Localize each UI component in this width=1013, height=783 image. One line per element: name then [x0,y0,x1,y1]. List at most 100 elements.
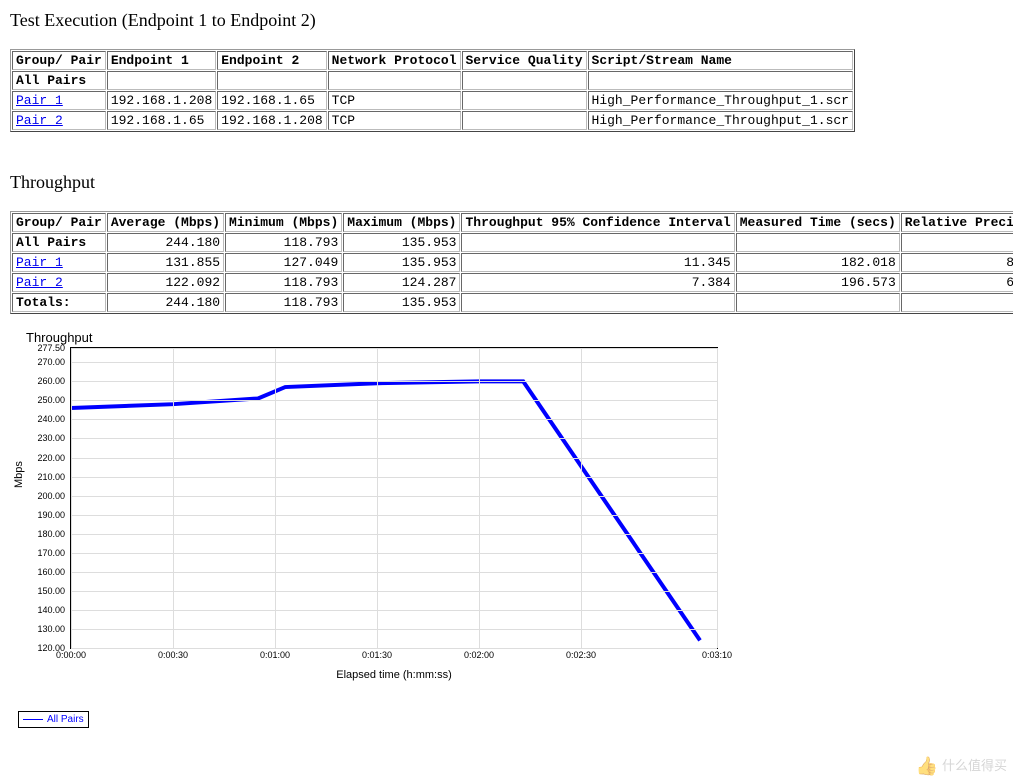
gridline-v [173,348,174,648]
y-tick-label: 140.00 [37,605,65,615]
cell: 131.855 [107,253,224,272]
y-tick-label: 250.00 [37,395,65,405]
cell [736,233,900,252]
column-header: Service Quality [462,51,587,70]
y-tick-label: 180.00 [37,529,65,539]
y-tick-label: 260.00 [37,376,65,386]
cell [328,71,461,90]
gridline-h [71,362,717,363]
x-tick-label: 0:03:10 [702,650,732,660]
section-title-exec: Test Execution (Endpoint 1 to Endpoint 2… [10,10,1003,31]
column-header: Measured Time (secs) [736,213,900,232]
exec-table: Group/ PairEndpoint 1Endpoint 2Network P… [10,49,855,132]
watermark: 👍什么值得买 [916,755,1007,777]
gridline-h [71,477,717,478]
cell: 244.180 [107,233,224,252]
table-row: Totals:244.180118.793135.953 [12,293,1013,312]
cell: Pair 1 [12,253,106,272]
gridline-h [71,553,717,554]
y-tick-label: 160.00 [37,567,65,577]
gridline-h [71,610,717,611]
table-row: Pair 1192.168.1.208192.168.1.65TCPHigh_P… [12,91,853,110]
gridline-h [71,400,717,401]
cell: 135.953 [343,253,460,272]
cell [462,71,587,90]
cell [588,71,853,90]
cell: High_Performance_Throughput_1.scr [588,111,853,130]
section-title-throughput: Throughput [10,172,1003,193]
cell: TCP [328,91,461,110]
column-header: Relative Precision [901,213,1013,232]
y-tick-label: 150.00 [37,586,65,596]
x-axis-label: Elapsed time (h:mm:ss) [70,669,718,681]
cell: All Pairs [12,233,106,252]
gridline-h [71,534,717,535]
y-tick-label: 130.00 [37,624,65,634]
gridline-h [71,515,717,516]
column-header: Throughput 95% Confidence Interval [461,213,734,232]
y-tick-label: 277.50 [37,343,65,353]
column-header: Endpoint 1 [107,51,216,70]
cell: 192.168.1.208 [217,111,326,130]
table-row: All Pairs [12,71,853,90]
legend-label: All Pairs [47,714,84,725]
cell: 182.018 [736,253,900,272]
table-row: Pair 2122.092118.793124.2877.384196.5736… [12,273,1013,292]
cell: 118.793 [225,233,342,252]
gridline-h [71,648,717,649]
table-row: Pair 2192.168.1.65192.168.1.208TCPHigh_P… [12,111,853,130]
cell: 11.345 [461,253,734,272]
cell: Totals: [12,293,106,312]
cell: 192.168.1.65 [217,91,326,110]
x-tick-label: 0:01:30 [362,650,392,660]
gridline-v [479,348,480,648]
column-header: Group/ Pair [12,51,106,70]
x-tick-label: 0:01:00 [260,650,290,660]
column-header: Group/ Pair [12,213,106,232]
cell: Pair 2 [12,273,106,292]
gridline-v [377,348,378,648]
column-header: Maximum (Mbps) [343,213,460,232]
pair-link[interactable]: Pair 1 [16,93,63,108]
cell [462,111,587,130]
y-tick-label: 230.00 [37,433,65,443]
cell: 6.048 [901,273,1013,292]
cell: 192.168.1.65 [107,111,216,130]
y-tick-label: 210.00 [37,472,65,482]
x-tick-label: 0:00:00 [56,650,86,660]
column-header: Minimum (Mbps) [225,213,342,232]
cell: Pair 1 [12,91,106,110]
gridline-v [275,348,276,648]
y-tick-label: 220.00 [37,453,65,463]
gridline-h [71,381,717,382]
cell [107,71,216,90]
cell: 135.953 [343,293,460,312]
gridline-h [71,591,717,592]
cell [461,233,734,252]
cell [217,71,326,90]
throughput-table: Group/ PairAverage (Mbps)Minimum (Mbps)M… [10,211,1013,314]
gridline-h [71,438,717,439]
cell [461,293,734,312]
gridline-v [581,348,582,648]
pair-link[interactable]: Pair 1 [16,255,63,270]
x-tick-label: 0:02:30 [566,650,596,660]
pair-link[interactable]: Pair 2 [16,113,63,128]
cell: Pair 2 [12,111,106,130]
gridline-v [717,348,718,648]
legend-swatch [23,719,43,720]
cell: 196.573 [736,273,900,292]
cell: 118.793 [225,273,342,292]
cell: All Pairs [12,71,106,90]
cell: 192.168.1.208 [107,91,216,110]
gridline-h [71,496,717,497]
cell: 124.287 [343,273,460,292]
gridline-h [71,629,717,630]
gridline-h [71,572,717,573]
cell: 8.604 [901,253,1013,272]
x-tick-label: 0:02:00 [464,650,494,660]
pair-link[interactable]: Pair 2 [16,275,63,290]
cell: 135.953 [343,233,460,252]
gridline-h [71,348,717,349]
column-header: Script/Stream Name [588,51,853,70]
